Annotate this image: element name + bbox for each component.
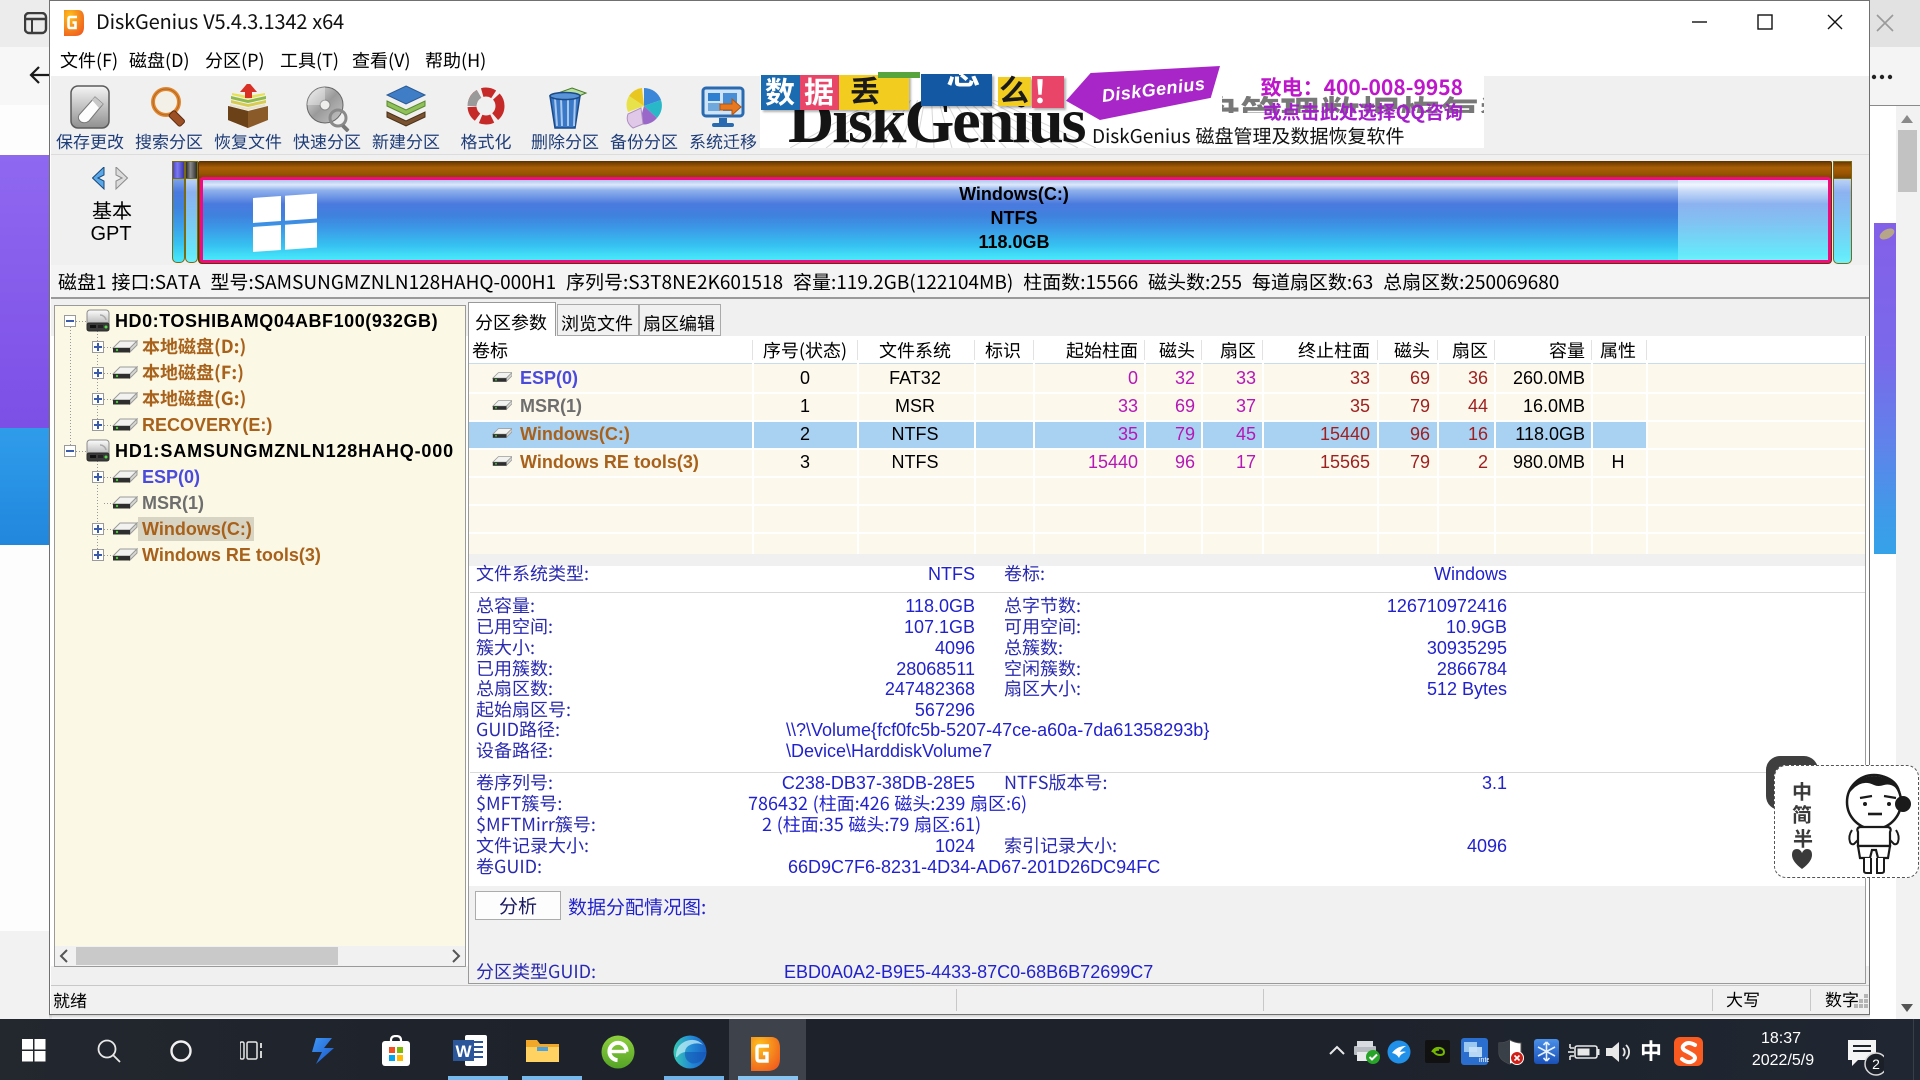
svg-text:intel: intel <box>1479 1057 1489 1064</box>
svg-text:2: 2 <box>1872 1056 1880 1072</box>
svg-text:W: W <box>455 1042 472 1061</box>
